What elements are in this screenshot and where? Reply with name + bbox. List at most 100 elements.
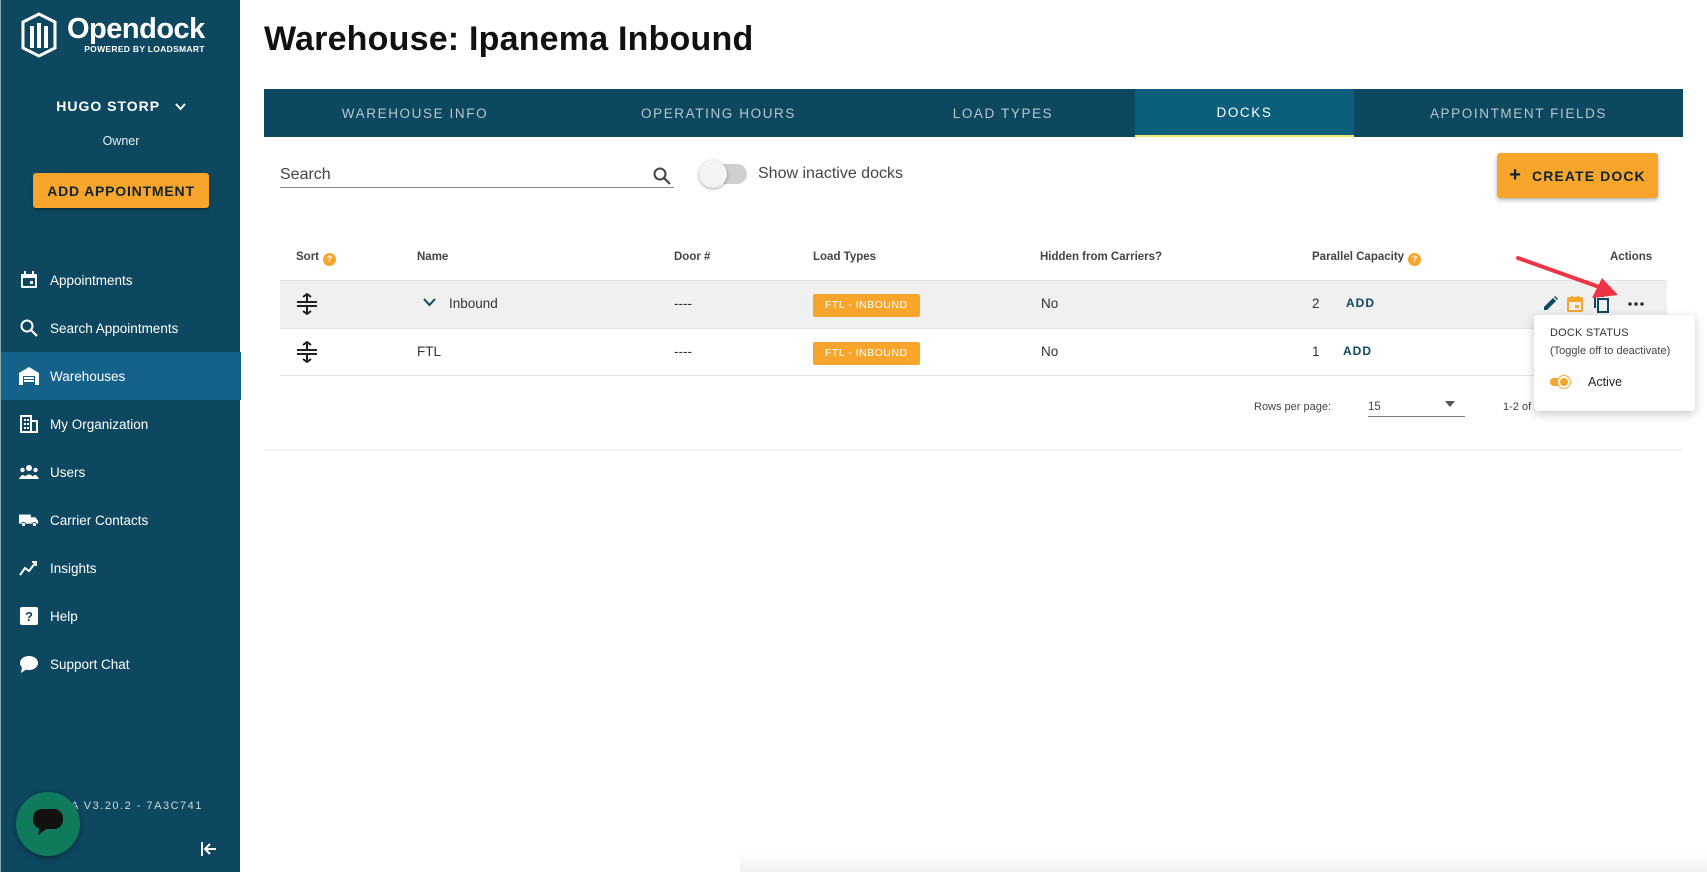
door-number: ---- <box>674 344 692 359</box>
dock-status-popover: DOCK STATUS (Toggle off to deactivate) A… <box>1534 315 1695 411</box>
hidden-value: No <box>1041 296 1059 311</box>
create-dock-button[interactable]: + CREATE DOCK <box>1497 153 1658 198</box>
tab-appointment-fields[interactable]: APPOINTMENT FIELDS <box>1354 89 1683 137</box>
header-load-types[interactable]: Load Types <box>813 251 876 263</box>
header-hidden[interactable]: Hidden from Carriers? <box>1040 251 1162 263</box>
search-icon[interactable] <box>652 166 672 186</box>
sidebar-item-carrier-contacts[interactable]: Carrier Contacts <box>1 496 241 544</box>
collapse-sidebar-icon[interactable] <box>201 842 217 861</box>
dock-name: Inbound <box>449 296 498 311</box>
sidebar-item-label: Users <box>50 464 86 480</box>
hidden-value: No <box>1041 344 1059 359</box>
sidebar-item-label: Help <box>50 608 78 624</box>
sidebar-item-label: Carrier Contacts <box>50 512 149 528</box>
sidebar-item-appointments[interactable]: Appointments <box>1 256 241 304</box>
drag-handle-icon[interactable] <box>296 340 318 364</box>
calendar-icon <box>19 270 39 290</box>
divider <box>264 449 1683 450</box>
load-type-badge: FTL - INBOUND <box>813 294 920 317</box>
chevron-down-icon <box>175 102 186 114</box>
brand-name: Opendock <box>67 13 205 45</box>
sidebar: Opendock POWERED BY LOADSMART HUGO STORP… <box>0 0 241 872</box>
show-inactive-toggle[interactable] <box>699 160 747 188</box>
tab-warehouse-info[interactable]: WAREHOUSE INFO <box>264 89 566 137</box>
sidebar-item-label: Support Chat <box>50 656 130 672</box>
add-appointment-button[interactable]: ADD APPOINTMENT <box>33 173 209 208</box>
add-capacity-button[interactable]: ADD <box>1343 344 1372 358</box>
window-edge-shadow <box>740 852 1707 872</box>
door-number: ---- <box>674 296 692 311</box>
chat-bubble-icon <box>32 808 64 841</box>
popover-title: DOCK STATUS <box>1550 327 1629 339</box>
user-role: Owner <box>102 134 140 148</box>
show-inactive-label: Show inactive docks <box>758 165 903 182</box>
opendock-logo-icon <box>19 12 59 58</box>
sidebar-item-warehouses[interactable]: Warehouses <box>1 352 241 400</box>
support-chat-fab[interactable] <box>16 792 80 856</box>
tab-load-types[interactable]: LOAD TYPES <box>871 89 1135 137</box>
popover-hint: (Toggle off to deactivate) <box>1550 345 1671 357</box>
capacity-value: 1 <box>1312 344 1320 359</box>
sidebar-item-label: Insights <box>50 560 97 576</box>
svg-text:?: ? <box>25 609 33 624</box>
plus-icon: + <box>1509 164 1523 186</box>
toggle-knob <box>699 160 727 188</box>
help-icon: ? <box>19 606 39 626</box>
rows-per-page-value: 15 <box>1368 401 1381 413</box>
brand-logo[interactable]: Opendock POWERED BY LOADSMART <box>19 12 205 58</box>
sidebar-item-users[interactable]: Users <box>1 448 241 496</box>
brand-subtitle: POWERED BY LOADSMART <box>84 44 205 54</box>
tab-docks[interactable]: DOCKS <box>1135 89 1354 137</box>
dock-active-toggle[interactable] <box>1550 376 1570 388</box>
create-dock-label: CREATE DOCK <box>1532 167 1646 184</box>
page-title: Warehouse: Ipanema Inbound <box>264 20 754 58</box>
toggle-knob <box>1558 376 1570 388</box>
sidebar-item-label: My Organization <box>50 416 149 432</box>
chat-bubble-icon <box>19 654 39 674</box>
help-circle-icon[interactable]: ? <box>323 253 336 266</box>
header-door[interactable]: Door # <box>674 251 710 263</box>
building-icon <box>19 414 39 434</box>
table-row: Inbound ---- FTL - INBOUND No 2 ADD <box>280 280 1667 328</box>
header-capacity-label: Parallel Capacity <box>1312 251 1405 263</box>
table-footer: Rows per page: 15 1-2 of 2 <box>280 390 1667 430</box>
capacity-value: 2 <box>1312 296 1320 311</box>
header-capacity[interactable]: Parallel Capacity? <box>1312 251 1422 266</box>
table-row: FTL ---- FTL - INBOUND No 1 ADD <box>280 328 1667 376</box>
search-icon <box>19 318 39 338</box>
header-sort-label: Sort <box>296 251 319 263</box>
sidebar-item-insights[interactable]: Insights <box>1 544 241 592</box>
table-header: Sort? Name Door # Load Types Hidden from… <box>280 240 1667 280</box>
sidebar-nav: Appointments Search Appointments Warehou… <box>1 256 241 688</box>
users-icon <box>19 462 39 482</box>
expand-chevron-icon[interactable] <box>423 295 436 310</box>
warehouse-icon <box>19 366 39 386</box>
rows-per-page-select[interactable]: 15 <box>1368 393 1465 417</box>
app-version: VA V3.20.2 - 7A3C741 <box>63 800 203 812</box>
user-menu[interactable]: HUGO STORP <box>1 98 241 114</box>
sidebar-item-my-organization[interactable]: My Organization <box>1 400 241 448</box>
dock-name: FTL <box>417 344 442 359</box>
header-name[interactable]: Name <box>417 251 448 263</box>
truck-icon <box>19 510 39 530</box>
help-circle-icon[interactable]: ? <box>1408 253 1422 266</box>
tab-operating-hours[interactable]: OPERATING HOURS <box>566 89 871 137</box>
sidebar-item-help[interactable]: ? Help <box>1 592 241 640</box>
rows-per-page-label: Rows per page: <box>1254 401 1332 413</box>
sidebar-item-support-chat[interactable]: Support Chat <box>1 640 241 688</box>
chart-line-icon <box>19 558 39 578</box>
sidebar-item-search-appointments[interactable]: Search Appointments <box>1 304 241 352</box>
sidebar-item-label: Appointments <box>50 272 133 288</box>
sidebar-item-label: Search Appointments <box>50 320 179 336</box>
warehouse-tabs: WAREHOUSE INFO OPERATING HOURS LOAD TYPE… <box>264 89 1683 137</box>
load-type-badge: FTL - INBOUND <box>813 342 920 365</box>
add-capacity-button[interactable]: ADD <box>1346 296 1375 310</box>
drag-handle-icon[interactable] <box>296 292 318 316</box>
annotation-arrow-icon <box>1516 256 1618 298</box>
user-name: HUGO STORP <box>56 98 160 114</box>
header-sort[interactable]: Sort? <box>296 251 336 266</box>
sidebar-item-label: Warehouses <box>50 368 126 384</box>
dropdown-caret-icon <box>1445 401 1455 407</box>
search-input[interactable] <box>280 166 640 184</box>
dock-status-label: Active <box>1588 375 1623 389</box>
